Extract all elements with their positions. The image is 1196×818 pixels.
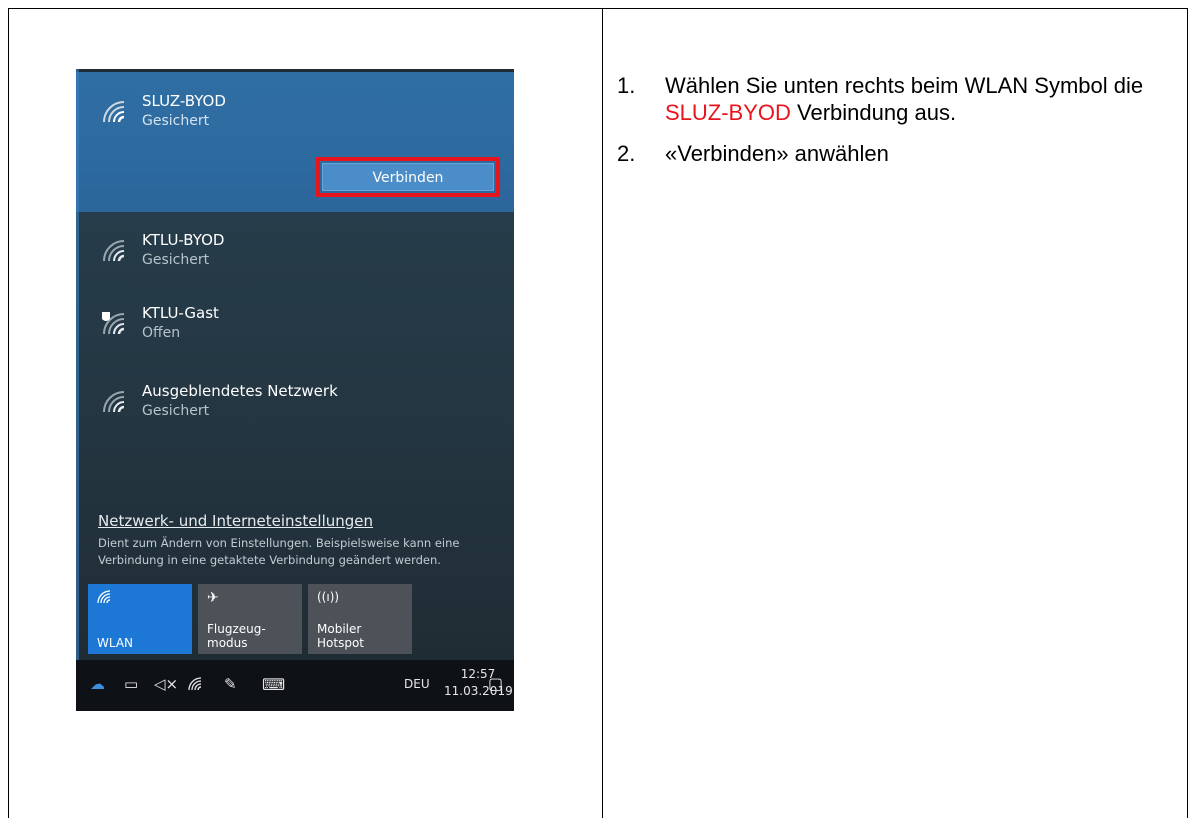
table-column-divider [602, 8, 603, 818]
network-name: SLUZ-BYOD [142, 92, 226, 110]
wlan-tile-label: WLAN [97, 636, 134, 650]
step-text-part: Verbindung aus. [790, 100, 957, 125]
wifi-icon [103, 101, 125, 123]
wifi-icon [97, 590, 111, 604]
network-name: Ausgeblendetes Netzwerk [142, 382, 338, 400]
network-status: Offen [142, 325, 181, 341]
battery-icon[interactable]: ▭ [124, 675, 138, 693]
table-border-right [1187, 8, 1188, 818]
table-border-left [8, 8, 9, 818]
network-settings-link[interactable]: Netzwerk- und Interneteinstellungen [98, 512, 373, 530]
volume-muted-icon[interactable]: ◁× [154, 675, 178, 693]
hotspot-tile-label: Mobiler Hotspot [317, 622, 364, 650]
wifi-flyout-screenshot: SLUZ-BYOD Gesichert Verbinden KTLU-BYOD … [76, 69, 514, 711]
wifi-taskbar-icon[interactable] [188, 677, 204, 691]
flyout-left-edge [76, 69, 79, 669]
mobile-hotspot-tile[interactable]: ((ı)) Mobiler Hotspot [308, 584, 412, 654]
network-name: KTLU-Gast [142, 304, 219, 322]
pen-icon[interactable]: ✎ [224, 675, 237, 693]
step-text-part: Wählen Sie unten rechts beim WLAN Symbol… [665, 73, 1144, 98]
open-network-wifi-icon [102, 312, 125, 335]
language-indicator[interactable]: DEU [404, 677, 430, 691]
table-border-top [8, 8, 1188, 9]
hotspot-icon: ((ı)) [317, 590, 340, 604]
keyboard-icon[interactable]: ⌨ [262, 675, 285, 694]
instruction-step-2: 2. «Verbinden» anwählen [617, 140, 1177, 167]
step-number: 1. [617, 73, 636, 98]
network-settings-description: Dient zum Ändern von Einstellungen. Beis… [98, 536, 460, 567]
network-name: KTLU-BYOD [142, 231, 225, 249]
airplane-mode-tile[interactable]: ✈ Flugzeug-modus [198, 584, 302, 654]
airplane-tile-label: Flugzeug-modus [207, 622, 266, 650]
step-text: «Verbinden» anwählen [665, 141, 889, 166]
instruction-list: 1. Wählen Sie unten rechts beim WLAN Sym… [617, 72, 1177, 181]
onedrive-sync-icon[interactable]: ☁ [90, 675, 105, 693]
highlighted-network-name: SLUZ-BYOD [665, 100, 791, 125]
network-status: Gesichert [142, 113, 210, 129]
instruction-step-1: 1. Wählen Sie unten rechts beim WLAN Sym… [617, 72, 1177, 126]
network-status: Gesichert [142, 403, 210, 419]
action-center-icon[interactable]: ▢ [488, 674, 503, 693]
network-status: Gesichert [142, 252, 210, 268]
taskbar: ☁ ▭ ◁× ✎ ⌨ DEU 12:57 11.03.2019 ▢ [76, 660, 514, 711]
airplane-icon: ✈ [207, 590, 219, 606]
wlan-tile[interactable]: WLAN [88, 584, 192, 654]
step-number: 2. [617, 141, 636, 166]
wifi-icon [103, 391, 125, 413]
wifi-icon [103, 240, 125, 262]
connect-button[interactable]: Verbinden [322, 163, 494, 191]
